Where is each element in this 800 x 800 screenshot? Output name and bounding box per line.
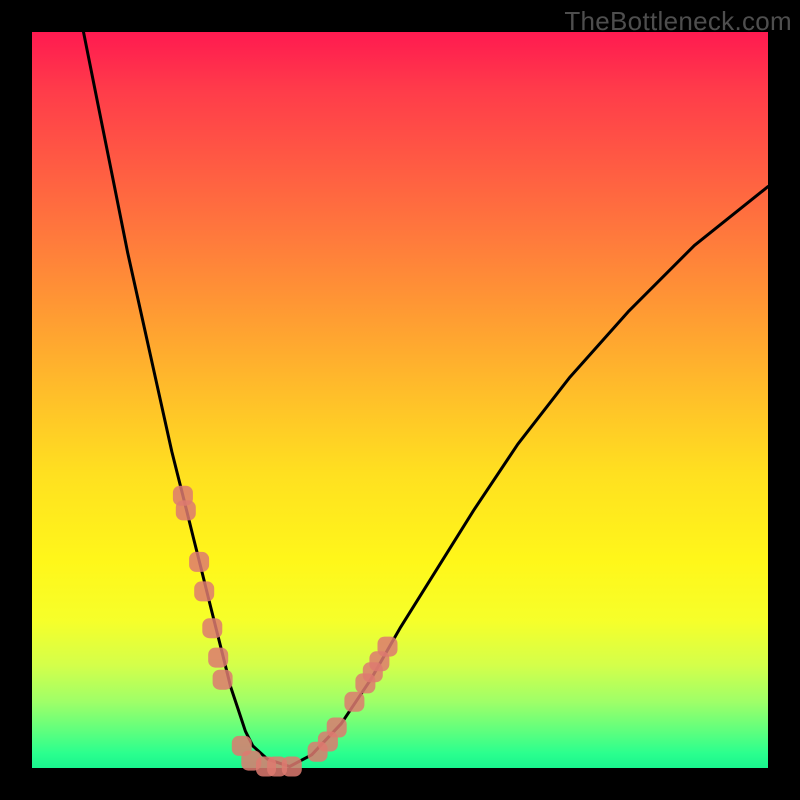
curve-path	[84, 32, 769, 767]
marker-point	[208, 648, 228, 668]
marker-point	[176, 500, 196, 520]
marker-point	[202, 618, 222, 638]
curve	[84, 32, 769, 767]
marker-point	[194, 581, 214, 601]
chart-overlay	[0, 0, 800, 800]
marker-point	[327, 718, 347, 738]
chart-frame: TheBottleneck.com	[0, 0, 800, 800]
marker-point	[189, 552, 209, 572]
marker-point	[344, 692, 364, 712]
marker-point	[378, 637, 398, 657]
markers	[173, 486, 398, 777]
marker-point	[282, 757, 302, 777]
marker-point	[213, 670, 233, 690]
